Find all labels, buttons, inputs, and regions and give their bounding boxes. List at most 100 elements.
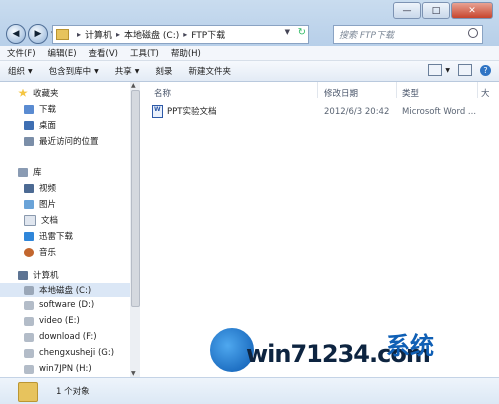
nav-item-label: win7JPN (H:): [39, 364, 92, 374]
chevron-down-icon: ▼: [28, 67, 33, 75]
column-divider[interactable]: [317, 82, 318, 98]
nav-computer[interactable]: 计算机: [0, 268, 148, 282]
breadcrumb-ftp[interactable]: FTP下载: [191, 28, 225, 41]
scroll-down-icon[interactable]: ▼: [131, 370, 136, 377]
chevron-right-icon[interactable]: ▸: [77, 30, 81, 39]
search-icon[interactable]: [468, 28, 478, 38]
nav-item-label: 文档: [41, 216, 59, 226]
minimize-button[interactable]: —: [393, 2, 421, 19]
burn-button[interactable]: 刻录: [147, 65, 180, 77]
nav-group-label: 计算机: [33, 271, 59, 281]
column-header-date[interactable]: 修改日期: [324, 87, 358, 99]
organize-label: 组织: [8, 67, 26, 77]
arrow-right-icon: ▶: [34, 29, 42, 39]
nav-item-label: 音乐: [39, 248, 57, 258]
watermark: win71234.com 系统: [208, 322, 498, 377]
toolbar-right: ▼ ?: [420, 64, 491, 76]
title-bar: — □ ✕ ◀ ▶ ▼ ▸ 计算机 ▸ 本地磁盘 (C:) ▸ FTP下载 ▼ …: [0, 0, 499, 46]
drive-icon: [24, 332, 34, 342]
desktop-icon: [24, 120, 34, 130]
nav-libraries[interactable]: 库: [0, 165, 148, 179]
status-bar: 1 个对象: [0, 377, 499, 404]
nav-item-label: 视频: [39, 184, 57, 194]
menu-edit[interactable]: 编辑(E): [41, 47, 82, 59]
column-divider[interactable]: [477, 82, 478, 98]
nav-favorites[interactable]: 收藏夹: [0, 86, 148, 100]
scroll-up-icon[interactable]: ▲: [131, 82, 136, 89]
nav-item-label: 下载: [39, 105, 57, 115]
preview-pane-icon[interactable]: [458, 64, 472, 76]
watermark-brand: 系统: [386, 332, 434, 360]
nav-item-label: video (E:): [39, 316, 80, 326]
column-header-name[interactable]: 名称: [154, 87, 171, 99]
include-library-button[interactable]: 包含到库中 ▼: [41, 65, 107, 77]
search-box[interactable]: 搜索 FTP下载: [333, 25, 483, 44]
nav-group-label: 收藏夹: [33, 89, 59, 99]
search-input[interactable]: 搜索 FTP下载: [334, 28, 394, 41]
drive-icon: [24, 300, 34, 310]
new-folder-button[interactable]: 新建文件夹: [180, 65, 239, 77]
nav-item-label: 迅雷下载: [39, 232, 74, 242]
navigation-pane: 收藏夹 下载 桌面 最近访问的位置 库 视频 图片 文档 迅雷下载 音乐 计算机…: [0, 82, 154, 377]
arrow-left-icon: ◀: [12, 29, 20, 39]
command-bar: 组织 ▼ 包含到库中 ▼ 共享 ▼ 刻录 新建文件夹 ▼ ?: [0, 61, 499, 82]
refresh-icon[interactable]: ↻: [298, 27, 306, 38]
computer-icon: [18, 270, 28, 280]
file-date: 2012/6/3 20:42: [324, 107, 390, 117]
drive-icon: [24, 285, 34, 295]
nav-item-label: download (F:): [39, 332, 97, 342]
chevron-down-icon: ▼: [134, 67, 140, 75]
file-row[interactable]: PPT实验文档: [152, 104, 216, 118]
music-icon: [24, 247, 34, 257]
folder-icon: [56, 29, 69, 40]
pictures-icon: [24, 199, 34, 209]
organize-button[interactable]: 组织 ▼: [0, 65, 41, 77]
menu-tools[interactable]: 工具(T): [123, 47, 164, 59]
explorer-window: — □ ✕ ◀ ▶ ▼ ▸ 计算机 ▸ 本地磁盘 (C:) ▸ FTP下载 ▼ …: [0, 0, 499, 404]
breadcrumb-computer[interactable]: 计算机: [85, 28, 112, 41]
share-button[interactable]: 共享 ▼: [107, 65, 148, 77]
file-type: Microsoft Word ...: [402, 107, 477, 117]
nav-group-label: 库: [33, 168, 42, 178]
documents-icon: [24, 214, 36, 226]
nav-item-label: 图片: [39, 200, 57, 210]
status-item-count: 1 个对象: [56, 387, 90, 397]
recent-places-icon: [24, 136, 34, 146]
chevron-down-icon[interactable]: ▼: [445, 67, 450, 74]
include-library-label: 包含到库中: [48, 67, 92, 77]
scroll-thumb[interactable]: [131, 90, 140, 307]
column-header-type[interactable]: 类型: [402, 87, 419, 99]
nav-item-label: 最近访问的位置: [39, 137, 99, 147]
breadcrumb-drive-c[interactable]: 本地磁盘 (C:): [124, 28, 179, 41]
thunder-download-icon: [24, 231, 34, 241]
help-icon[interactable]: ?: [480, 64, 491, 76]
menu-file[interactable]: 文件(F): [0, 47, 41, 59]
forward-button[interactable]: ▶: [28, 24, 48, 44]
share-label: 共享: [114, 67, 132, 77]
menu-view[interactable]: 查看(V): [82, 47, 123, 59]
maximize-button[interactable]: □: [422, 2, 450, 19]
menu-help[interactable]: 帮助(H): [164, 47, 206, 59]
star-icon: [18, 88, 28, 97]
chevron-right-icon[interactable]: ▸: [183, 30, 187, 39]
view-options-icon[interactable]: [428, 64, 443, 76]
library-icon: [18, 167, 28, 177]
file-name: PPT实验文档: [167, 107, 217, 117]
address-dropdown-icon[interactable]: ▼: [285, 28, 290, 36]
nav-item-label: chengxusheji (G:): [39, 348, 115, 358]
address-bar[interactable]: ▸ 计算机 ▸ 本地磁盘 (C:) ▸ FTP下载 ▼ ↻: [52, 25, 309, 44]
folder-icon: [18, 382, 38, 402]
column-divider[interactable]: [396, 82, 397, 98]
navigation-scrollbar[interactable]: ▲ ▼: [130, 82, 140, 377]
column-header-size[interactable]: 大: [481, 87, 490, 99]
close-button[interactable]: ✕: [451, 2, 493, 19]
chevron-down-icon: ▼: [94, 67, 99, 75]
downloads-folder-icon: [24, 104, 34, 114]
drive-icon: [24, 364, 34, 374]
chevron-right-icon[interactable]: ▸: [116, 30, 120, 39]
drive-icon: [24, 348, 34, 358]
video-icon: [24, 183, 34, 193]
back-button[interactable]: ◀: [6, 24, 26, 44]
word-document-icon: [152, 104, 163, 118]
drive-icon: [24, 316, 34, 326]
